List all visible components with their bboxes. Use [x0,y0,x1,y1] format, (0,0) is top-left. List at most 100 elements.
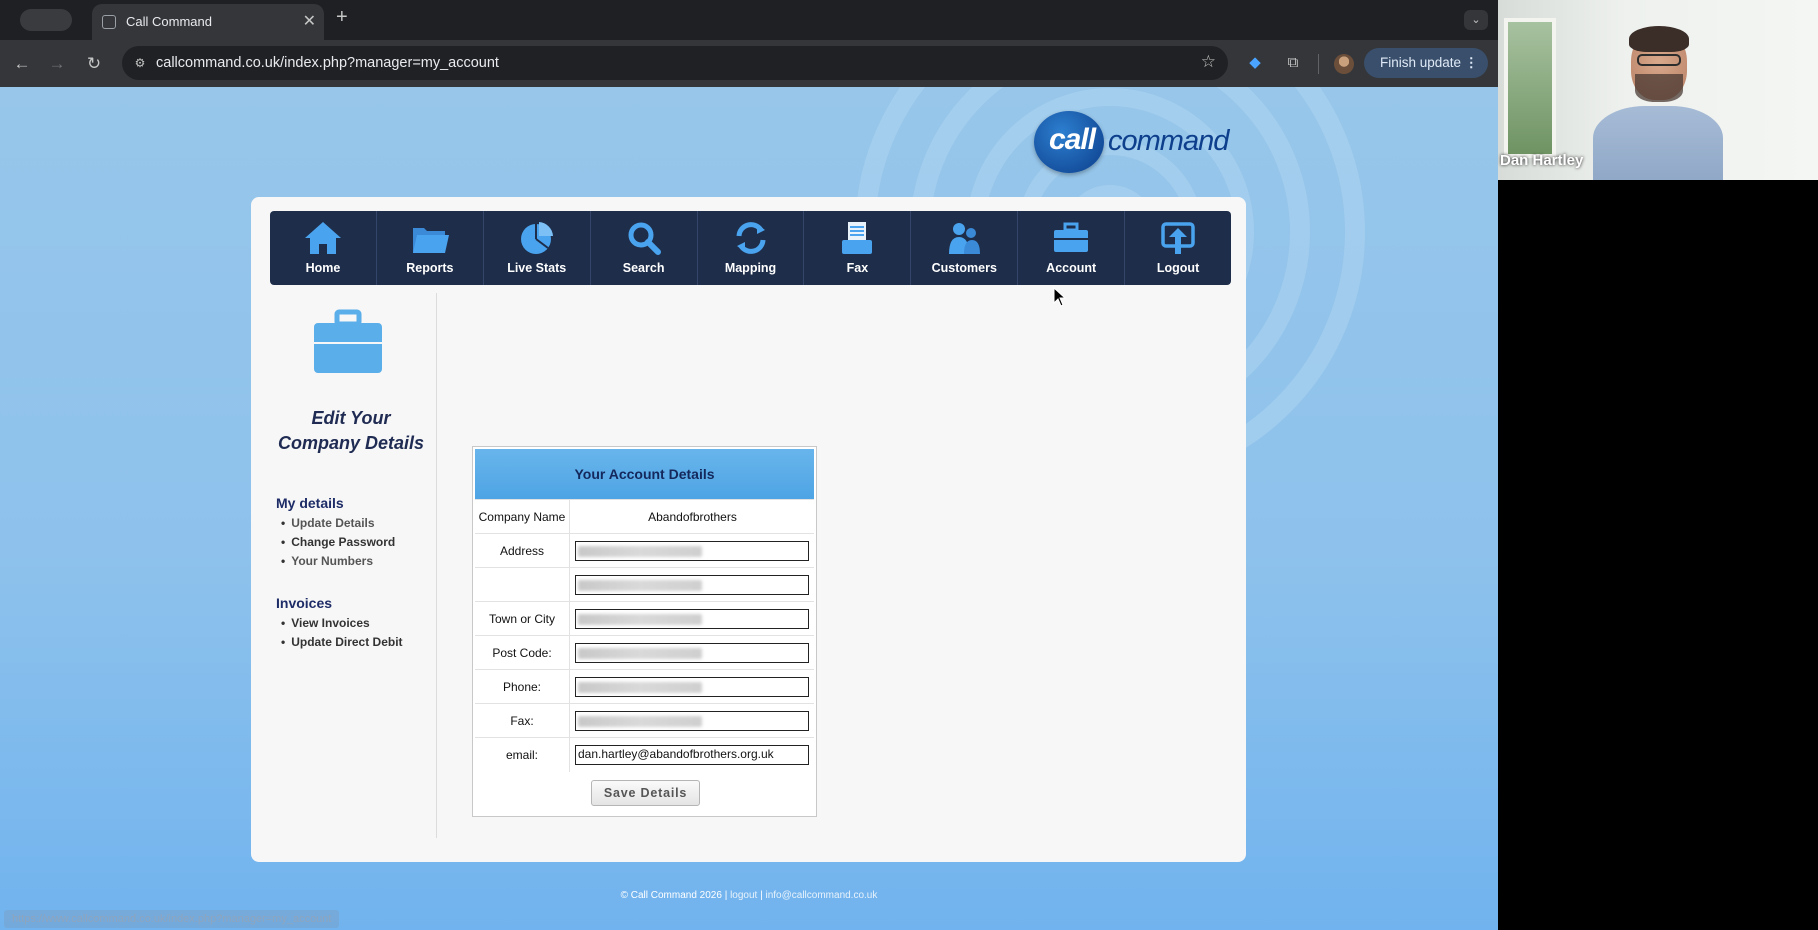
page-title-line1: Edit Your [311,408,391,428]
address-line2-row [475,567,814,602]
page-title-line2: Company Details [277,433,425,453]
copyright-text: © Call Command 2026 | [620,890,728,901]
update-direct-debit-link[interactable]: Update Direct Debit [281,633,402,652]
folder-icon [412,228,449,253]
town-row: Town or City [475,601,814,636]
more-menu-icon[interactable]: ⋮ [1465,48,1479,78]
close-icon[interactable]: ✕ [303,11,316,31]
gem-extension-icon[interactable]: ◆ [1244,52,1266,74]
refresh-icon [736,222,765,254]
my-details-links: Update Details Change Password Your Numb… [281,514,395,571]
nav-customers[interactable]: Customers [911,211,1019,285]
sidebar-divider [436,293,437,838]
video-window-frame [1504,18,1556,158]
redacted-value [578,546,702,557]
forward-icon[interactable]: → [45,52,69,76]
fax-label: Fax: [475,704,570,738]
address-row: Address [475,533,814,568]
back-icon[interactable]: ← [10,52,34,76]
address-label: Address [475,534,570,568]
footer-email-link[interactable]: info@callcommand.co.uk [766,890,878,901]
browser-toolbar: ← → ↻ ⚙ callcommand.co.uk/index.php?mana… [0,40,1498,87]
redacted-value [578,648,702,659]
extensions-puzzle-icon[interactable]: ⧉ [1282,52,1304,74]
finish-update-label: Finish update [1380,55,1462,70]
phone-label: Phone: [475,670,570,704]
nav-search[interactable]: Search [591,211,698,285]
logo-command-text: command [1108,125,1229,157]
your-numbers-link[interactable]: Your Numbers [281,552,395,571]
page-footer: © Call Command 2026 | logout | info@call… [0,890,1498,901]
tab-call-command[interactable]: Call Command ✕ [92,4,324,40]
nav-label: Account [1046,261,1097,275]
profile-avatar[interactable] [1334,54,1354,74]
tab-title: Call Command [126,14,212,29]
tab-search-icon[interactable]: ⌄ [1464,10,1488,30]
home-icon [304,222,341,254]
participant-name: Dan Hartley [1500,152,1584,169]
url-text[interactable]: callcommand.co.uk/index.php?manager=my_a… [156,55,499,71]
email-row: email: dan.hartley@abandofbrothers.org.u… [475,737,814,772]
save-details-button[interactable]: Save Details [591,780,700,806]
nav-label: Home [305,261,341,275]
briefcase-icon [1054,222,1089,252]
nav-label: Reports [406,261,454,275]
town-label: Town or City [475,602,570,636]
nav-home[interactable]: Home [270,211,377,285]
page-viewport: call command Home Reports Live Stats Sea… [0,87,1498,930]
email-field[interactable]: dan.hartley@abandofbrothers.org.uk [575,745,809,765]
nav-fax[interactable]: Fax [804,211,912,285]
change-password-link[interactable]: Change Password [281,533,395,552]
nav-label: Mapping [724,261,777,275]
main-navigation: Home Reports Live Stats Search Mapping F… [270,211,1231,285]
nav-mapping[interactable]: Mapping [698,211,805,285]
browser-window: Call Command ✕ + ⌄ ← → ↻ ⚙ callcommand.c… [0,0,1498,930]
nav-label: Search [622,261,665,275]
company-name-value: Abandofbrothers [648,510,737,524]
site-info-icon[interactable]: ⚙ [132,55,148,71]
nav-account[interactable]: Account [1018,211,1126,285]
reload-icon[interactable]: ↻ [82,52,106,76]
upload-icon [1161,222,1195,254]
video-call-tile: Dan Hartley [1498,0,1818,180]
view-invoices-link[interactable]: View Invoices [281,614,403,633]
nav-label: Fax [846,261,869,275]
finish-update-button[interactable]: Finish update ⋮ [1364,48,1488,78]
tab-group-indicator[interactable] [20,9,72,31]
form-heading: Your Account Details [475,449,814,499]
toolbar-divider [1318,54,1319,74]
participant-shirt [1593,106,1723,180]
participant-hair [1629,26,1689,52]
empty-label [475,568,570,602]
users-icon [949,223,981,254]
footer-logout-link[interactable]: logout [730,890,757,901]
nav-live-stats[interactable]: Live Stats [484,211,591,285]
participant-video [1593,26,1723,180]
participant-beard [1635,74,1683,102]
nav-logout[interactable]: Logout [1125,211,1231,285]
update-details-link[interactable]: Update Details [281,514,395,533]
address-bar[interactable]: ⚙ callcommand.co.uk/index.php?manager=my… [122,46,1228,80]
fax-icon [842,222,873,254]
nav-reports[interactable]: Reports [377,211,484,285]
email-label: email: [475,738,570,772]
bookmark-star-icon[interactable]: ☆ [1201,52,1216,72]
page-title: Edit Your Company Details [271,406,431,456]
fax-row: Fax: [475,703,814,738]
phone-row: Phone: [475,669,814,704]
mouse-cursor-icon [1053,287,1067,307]
footer-separator: | [760,890,763,901]
account-details-form: Your Account Details Company Name Abando… [472,446,817,817]
participant-glasses [1637,54,1681,66]
new-tab-icon[interactable]: + [336,6,348,29]
postcode-row: Post Code: [475,635,814,670]
company-name-row: Company Name Abandofbrothers [475,499,814,534]
logo-call-text: call [1049,123,1096,156]
nav-label: Live Stats [507,261,567,275]
pie-chart-icon [520,222,553,254]
my-details-heading: My details [276,495,344,511]
redacted-value [578,682,702,693]
invoices-links: View Invoices Update Direct Debit [281,614,403,652]
nav-label: Logout [1156,261,1200,275]
favicon-icon [102,15,116,29]
